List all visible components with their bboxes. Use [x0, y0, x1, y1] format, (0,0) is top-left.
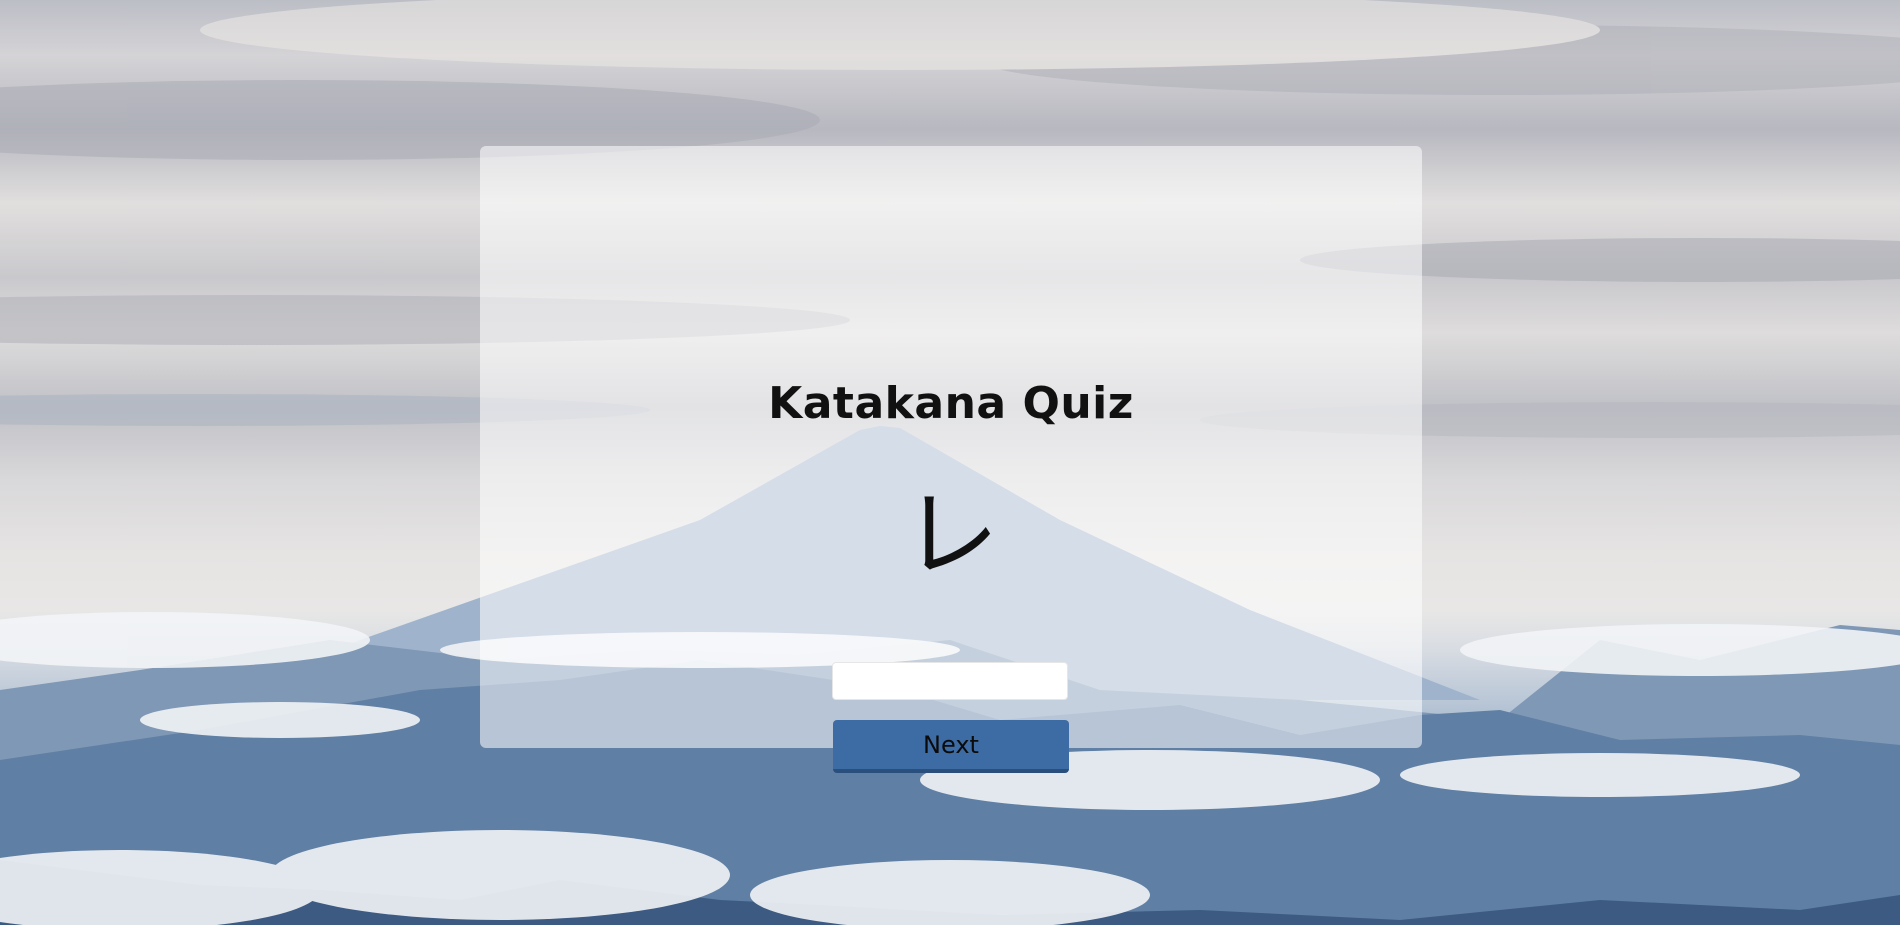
- next-button[interactable]: Next: [833, 720, 1069, 773]
- answer-input[interactable]: [832, 662, 1068, 700]
- quiz-character: レ: [903, 479, 999, 591]
- quiz-card: Katakana Quiz レ Next: [480, 146, 1422, 773]
- page-title: Katakana Quiz: [768, 378, 1134, 429]
